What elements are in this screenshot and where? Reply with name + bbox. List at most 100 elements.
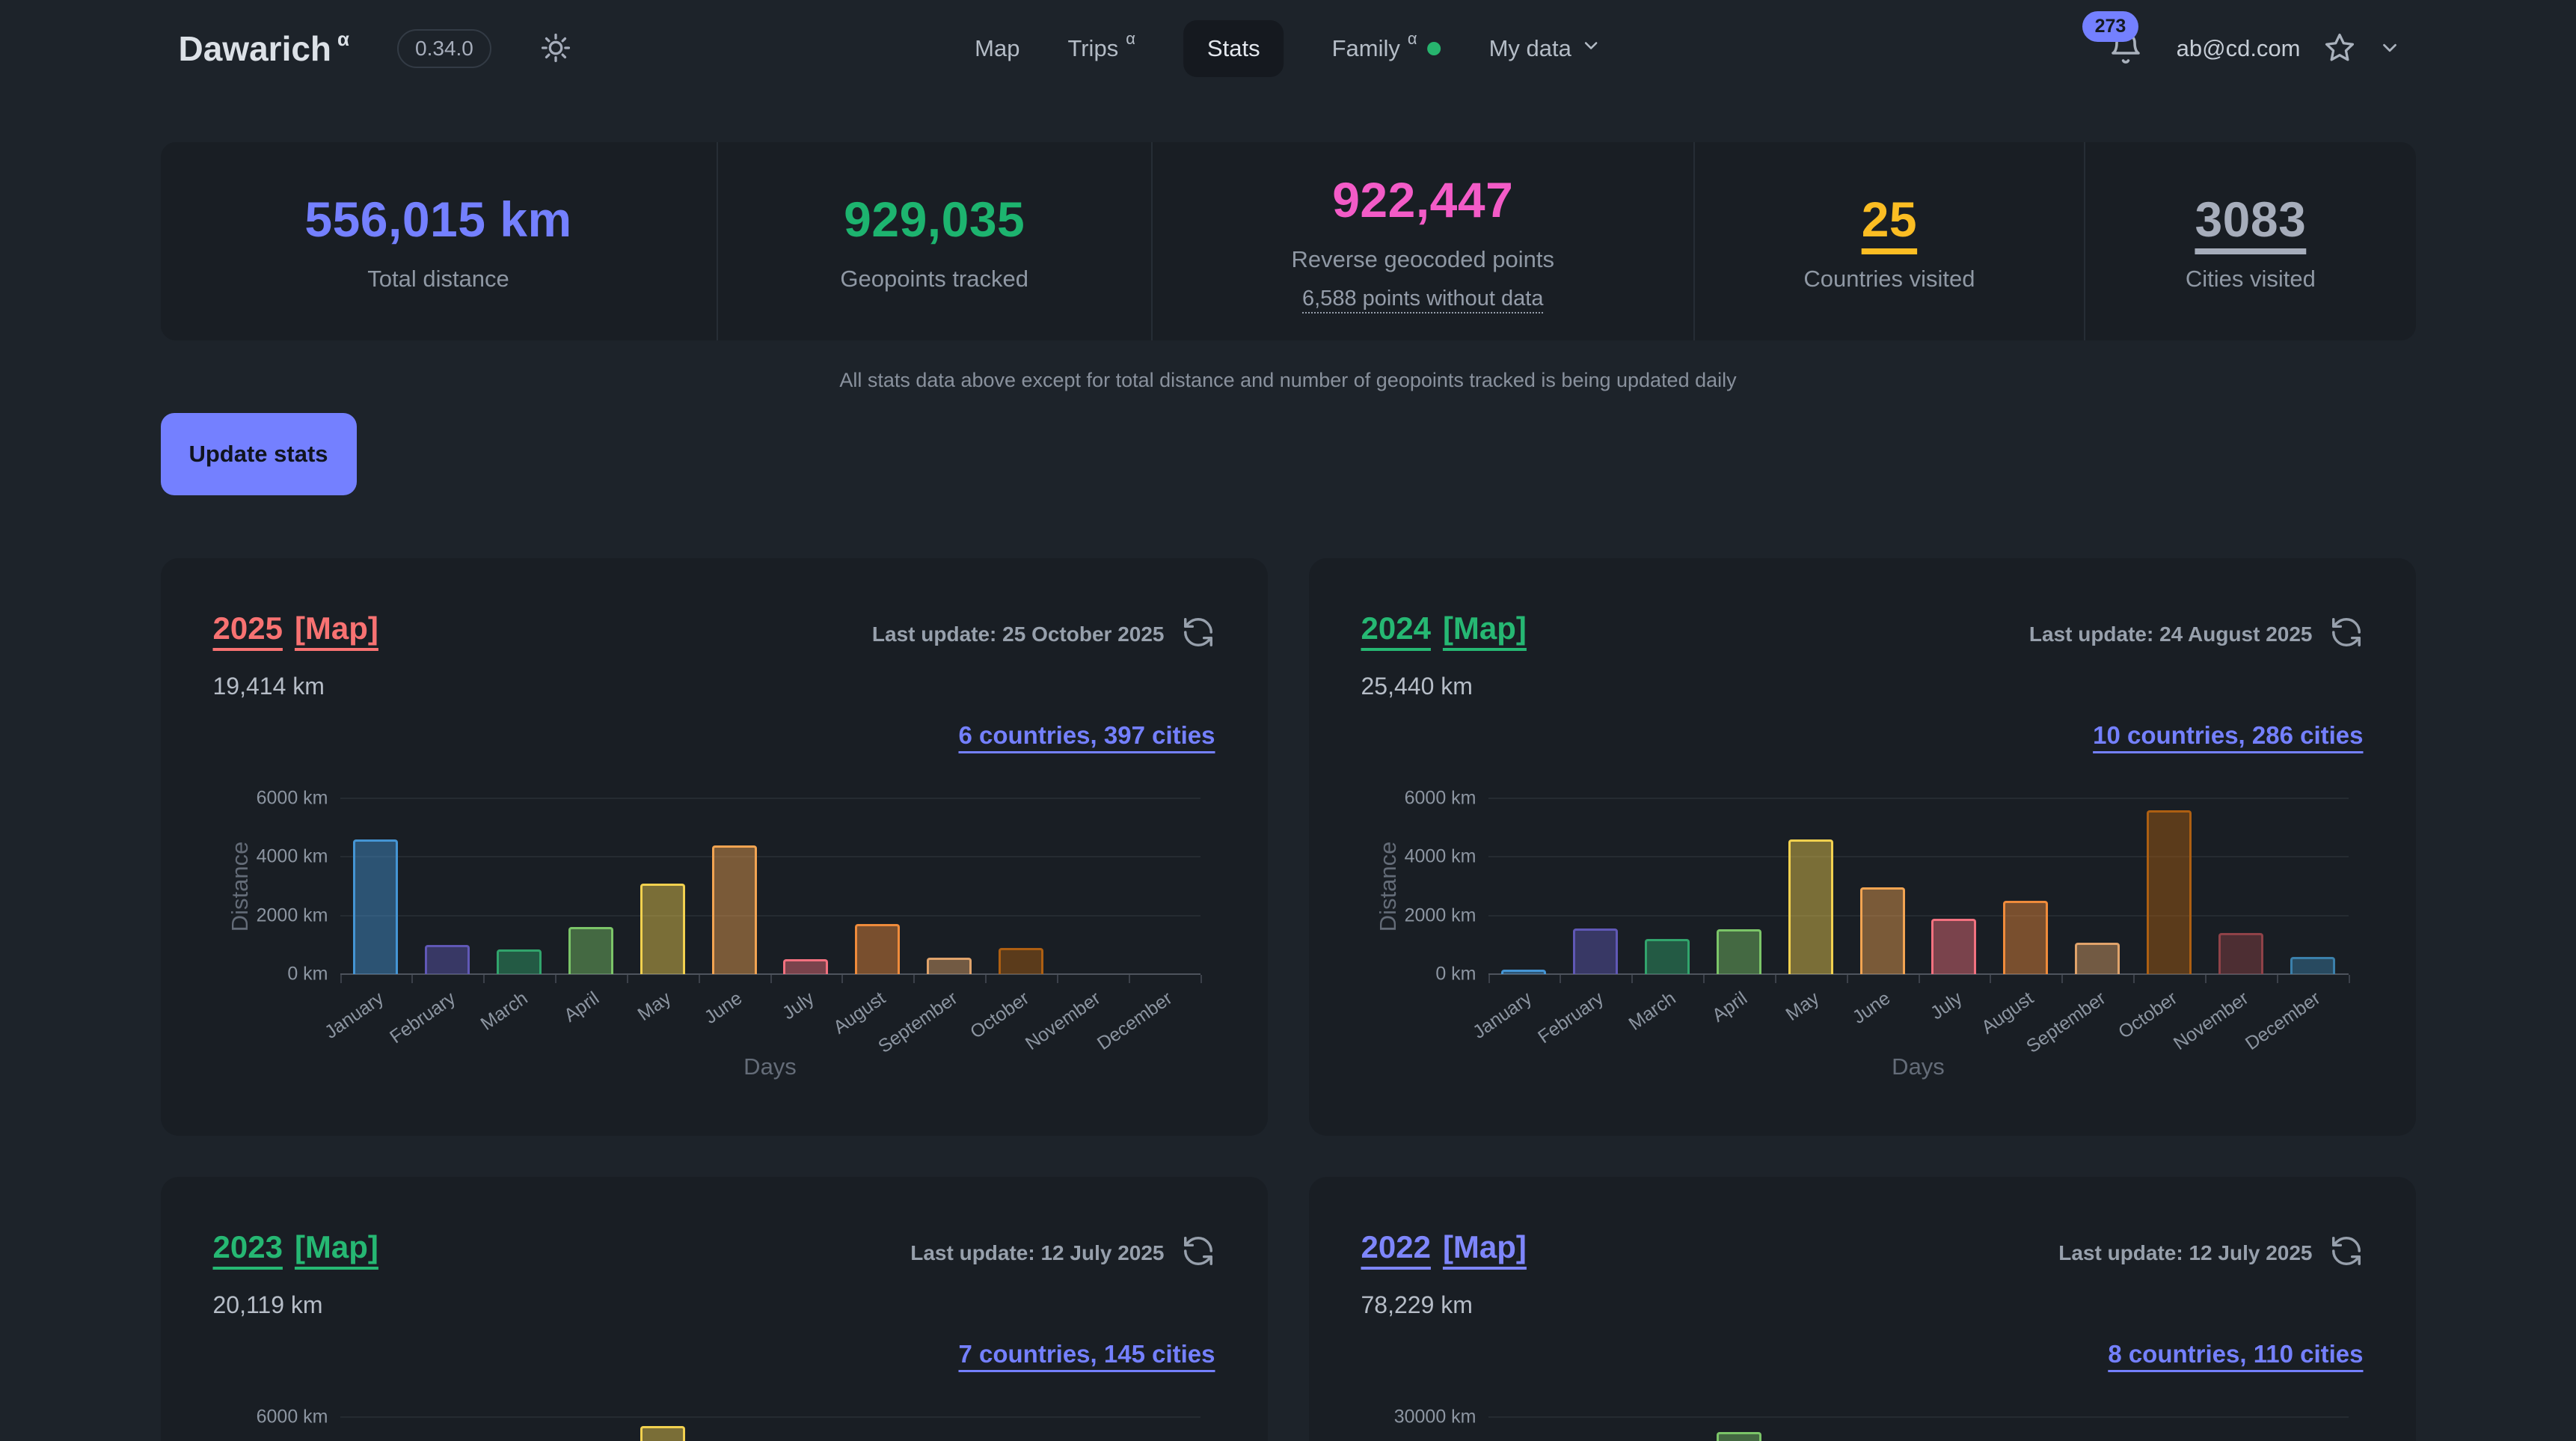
year-distance: 25,440 km <box>1361 673 2364 700</box>
x-tick <box>1057 975 1058 983</box>
last-update-text: Last update: 25 October 2025 <box>872 622 1165 646</box>
update-stats-button[interactable]: Update stats <box>161 413 357 495</box>
month-label: June <box>1849 988 1895 1029</box>
countries-cities-link[interactable]: 7 countries, 145 cities <box>958 1340 1215 1368</box>
month-label: June <box>701 988 746 1029</box>
bar-august <box>855 924 900 974</box>
alpha-sup: α <box>1126 29 1135 49</box>
y-tick-label: 6000 km <box>213 788 328 810</box>
stat-label: Geopoints tracked <box>840 266 1028 293</box>
countries-cities-row: 10 countries, 286 cities <box>1361 721 2364 750</box>
bar-april <box>1717 929 1761 974</box>
y-axis-title: Distance <box>227 842 254 932</box>
user-email[interactable]: ab@cd.com <box>2177 35 2301 62</box>
y-tick-label: 0 km <box>1361 964 1476 985</box>
navbar-left: Dawarichα 0.34.0 <box>161 28 572 69</box>
nav-item-trips[interactable]: Tripsα <box>1067 35 1135 62</box>
favorite-button[interactable] <box>2323 31 2356 67</box>
year-link[interactable]: 2025 <box>213 611 283 646</box>
month-label: January <box>322 988 388 1044</box>
refresh-icon[interactable] <box>1181 1234 1215 1272</box>
bar-july <box>783 959 828 974</box>
user-menu-chevron[interactable] <box>2379 37 2401 61</box>
month-label: March <box>476 988 532 1035</box>
x-tick <box>913 975 915 983</box>
month-label: August <box>1978 988 2037 1038</box>
last-update: Last update: 25 October 2025 <box>872 615 1215 653</box>
refresh-icon[interactable] <box>1181 615 1215 653</box>
month-label: September <box>874 988 962 1058</box>
stat-countries-visited: 25 Countries visited <box>1693 142 2085 340</box>
year-link[interactable]: 2024 <box>1361 611 1431 646</box>
stat-label: Countries visited <box>1803 266 1975 293</box>
bar-april <box>1717 1432 1761 1441</box>
nav-item-family[interactable]: Familyα <box>1332 35 1441 62</box>
last-update: Last update: 12 July 2025 <box>910 1234 1215 1272</box>
x-tick <box>2205 975 2207 983</box>
bar-september <box>927 958 972 974</box>
x-axis-title: Days <box>743 1053 797 1080</box>
month-label: April <box>560 988 604 1027</box>
x-tick <box>1703 975 1705 983</box>
x-tick <box>483 975 485 983</box>
bar-september <box>2075 943 2120 974</box>
nav-item-my-data[interactable]: My data <box>1489 35 1601 62</box>
stat-geopoints-tracked: 929,035 Geopoints tracked <box>717 142 1151 340</box>
notifications-button[interactable]: 273 <box>2108 29 2144 69</box>
year-distance: 20,119 km <box>213 1291 1215 1319</box>
year-map-link[interactable]: [Map] <box>295 611 378 646</box>
refresh-icon[interactable] <box>2329 1234 2364 1272</box>
countries-cities-link[interactable]: 8 countries, 110 cities <box>2108 1340 2363 1368</box>
family-online-dot <box>1428 42 1441 55</box>
countries-cities-row: 6 countries, 397 cities <box>213 721 1215 750</box>
year-distance: 78,229 km <box>1361 1291 2364 1319</box>
month-label: September <box>2023 988 2110 1058</box>
year-card-header: 2024[Map] Last update: 24 August 2025 <box>1361 558 2364 653</box>
year-link[interactable]: 2022 <box>1361 1229 1431 1264</box>
bar-october <box>999 948 1043 974</box>
nav-item-label: My data <box>1489 35 1571 62</box>
points-without-data-link[interactable]: 6,588 points without data <box>1302 287 1543 311</box>
nav-item-label: Map <box>975 35 1019 62</box>
year-map-link[interactable]: [Map] <box>1443 1229 1527 1264</box>
last-update: Last update: 12 July 2025 <box>2058 1234 2363 1272</box>
bar-march <box>1645 939 1690 974</box>
bar-january <box>1501 970 1546 974</box>
theme-toggle-button[interactable] <box>539 31 572 67</box>
x-axis-title: Days <box>1892 1053 1945 1080</box>
geopoints-value: 929,035 <box>844 191 1025 248</box>
year-card: 2023 [Map] Last update: 12 July 2025 20,1… <box>161 1177 1268 1441</box>
countries-cities-row: 8 countries, 110 cities <box>1361 1340 2364 1368</box>
nav-item-stats-active[interactable]: Stats <box>1183 20 1284 77</box>
year-map-link[interactable]: [Map] <box>1443 611 1527 646</box>
brand-link[interactable]: Dawarichα <box>179 28 350 69</box>
y-tick-label: 30000 km <box>1361 1407 1476 1428</box>
navbar: Dawarichα 0.34.0 Map <box>161 0 2416 97</box>
cities-visited-value[interactable]: 3083 <box>2195 191 2306 248</box>
x-tick <box>1775 975 1776 983</box>
bar-february <box>1573 928 1618 974</box>
year-bar-chart: 0 km2000 km4000 km6000 kmJanuaryFebruary… <box>213 1395 1215 1441</box>
y-tick-label: 0 km <box>213 964 328 985</box>
countries-cities-link[interactable]: 10 countries, 286 cities <box>2093 721 2363 749</box>
x-tick <box>1919 975 1920 983</box>
year-link[interactable]: 2023 <box>213 1229 283 1264</box>
year-map-link[interactable]: [Map] <box>295 1229 378 1264</box>
countries-cities-link[interactable]: 6 countries, 397 cities <box>958 721 1215 749</box>
chevron-down-icon <box>2379 37 2401 61</box>
bar-june <box>1860 887 1905 974</box>
bar-october <box>2147 810 2192 974</box>
month-label: February <box>386 988 460 1048</box>
bar-may <box>640 884 685 974</box>
month-label: May <box>1782 988 1823 1026</box>
sun-icon <box>539 31 572 67</box>
countries-visited-value[interactable]: 25 <box>1862 191 1917 248</box>
gridline <box>1488 798 2349 799</box>
total-distance-value: 556,015 km <box>304 191 571 248</box>
month-label: November <box>2170 988 2253 1055</box>
nav-menu: Map Tripsα Stats Familyα My data <box>975 20 1601 77</box>
bar-june <box>712 845 757 974</box>
year-card-header: 2025 [Map] Last update: 25 October 2025 <box>213 558 1215 653</box>
refresh-icon[interactable] <box>2329 615 2364 653</box>
nav-item-map[interactable]: Map <box>975 35 1019 62</box>
